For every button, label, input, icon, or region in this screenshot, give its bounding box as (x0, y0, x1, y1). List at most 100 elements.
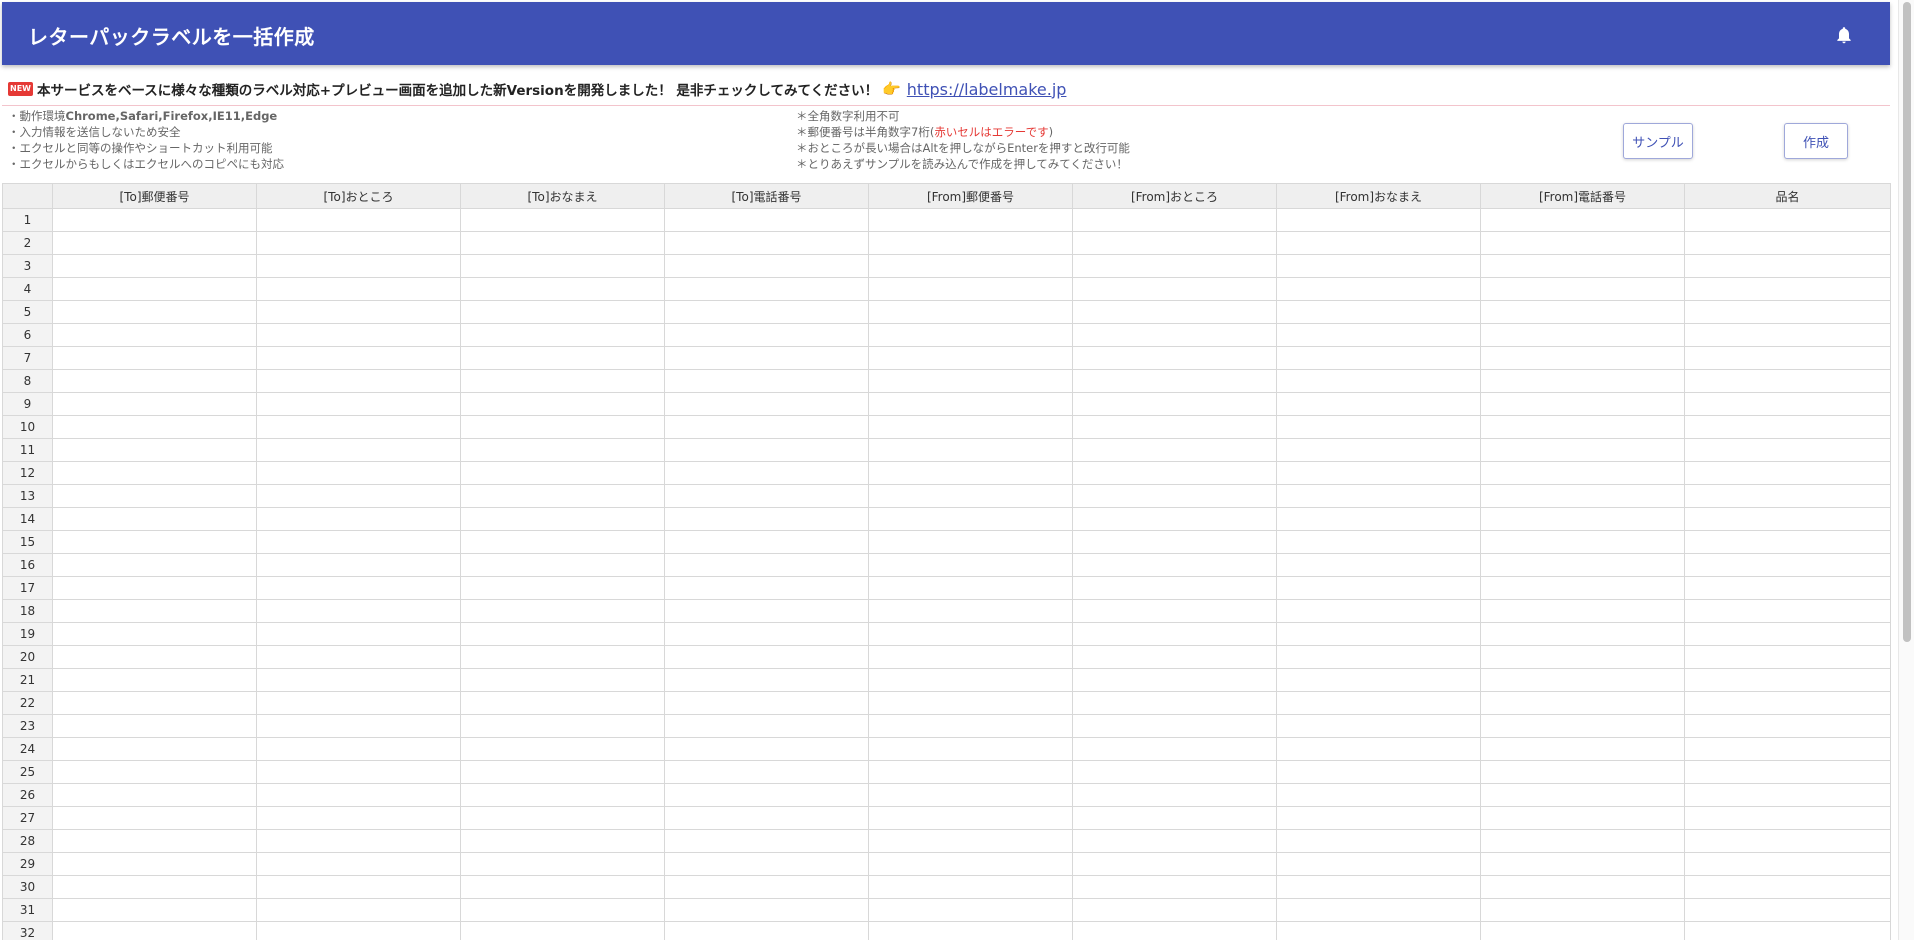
grid-cell[interactable] (460, 645, 665, 669)
grid-cell[interactable] (1684, 576, 1891, 600)
grid-cell[interactable] (1684, 277, 1891, 301)
grid-cell[interactable] (1072, 208, 1277, 232)
bell-icon[interactable] (1834, 25, 1854, 45)
grid-cell[interactable] (1480, 438, 1685, 462)
grid-cell[interactable] (460, 323, 665, 347)
grid-cell[interactable] (1276, 806, 1481, 830)
grid-cell[interactable] (664, 714, 869, 738)
grid-cell[interactable] (1072, 576, 1277, 600)
grid-cell[interactable] (664, 645, 869, 669)
column-header[interactable]: [From]おなまえ (1276, 183, 1481, 209)
grid-cell[interactable] (256, 921, 461, 940)
grid-cell[interactable] (256, 484, 461, 508)
grid-cell[interactable] (868, 806, 1073, 830)
grid-cell[interactable] (868, 254, 1073, 278)
grid-cell[interactable] (460, 875, 665, 899)
grid-cell[interactable] (1072, 300, 1277, 324)
grid-cell[interactable] (52, 530, 257, 554)
row-number[interactable]: 26 (2, 783, 53, 807)
grid-cell[interactable] (52, 231, 257, 255)
grid-cell[interactable] (868, 208, 1073, 232)
grid-cell[interactable] (1276, 645, 1481, 669)
grid-cell[interactable] (1276, 300, 1481, 324)
grid-cell[interactable] (1480, 415, 1685, 439)
grid-cell[interactable] (1480, 852, 1685, 876)
grid-cell[interactable] (1684, 300, 1891, 324)
grid-cell[interactable] (256, 898, 461, 922)
grid-cell[interactable] (1276, 346, 1481, 370)
grid-cell[interactable] (460, 277, 665, 301)
grid-cell[interactable] (52, 875, 257, 899)
grid-cell[interactable] (1684, 829, 1891, 853)
grid-cell[interactable] (868, 530, 1073, 554)
grid-cell[interactable] (868, 346, 1073, 370)
row-number[interactable]: 16 (2, 553, 53, 577)
grid-cell[interactable] (1072, 921, 1277, 940)
grid-cell[interactable] (52, 254, 257, 278)
grid-cell[interactable] (460, 553, 665, 577)
grid-cell[interactable] (460, 852, 665, 876)
grid-cell[interactable] (868, 737, 1073, 761)
grid-cell[interactable] (664, 783, 869, 807)
grid-cell[interactable] (460, 921, 665, 940)
grid-cell[interactable] (256, 231, 461, 255)
row-number[interactable]: 15 (2, 530, 53, 554)
grid-cell[interactable] (868, 415, 1073, 439)
grid-cell[interactable] (1684, 208, 1891, 232)
grid-cell[interactable] (1480, 553, 1685, 577)
grid-cell[interactable] (1276, 323, 1481, 347)
grid-cell[interactable] (1480, 691, 1685, 715)
grid-cell[interactable] (868, 645, 1073, 669)
grid-cell[interactable] (1480, 760, 1685, 784)
grid-cell[interactable] (664, 737, 869, 761)
column-header[interactable]: [To]電話番号 (664, 183, 869, 209)
grid-cell[interactable] (460, 691, 665, 715)
grid-cell[interactable] (868, 461, 1073, 485)
grid-cell[interactable] (256, 599, 461, 623)
grid-cell[interactable] (1684, 668, 1891, 692)
row-number[interactable]: 20 (2, 645, 53, 669)
grid-cell[interactable] (460, 576, 665, 600)
grid-cell[interactable] (1684, 369, 1891, 393)
grid-cell[interactable] (664, 254, 869, 278)
grid-cell[interactable] (460, 438, 665, 462)
grid-cell[interactable] (1480, 300, 1685, 324)
row-number[interactable]: 10 (2, 415, 53, 439)
grid-cell[interactable] (460, 829, 665, 853)
grid-cell[interactable] (1684, 461, 1891, 485)
grid-cell[interactable] (1072, 737, 1277, 761)
grid-cell[interactable] (1684, 415, 1891, 439)
grid-cell[interactable] (664, 668, 869, 692)
grid-cell[interactable] (1684, 760, 1891, 784)
grid-cell[interactable] (1276, 668, 1481, 692)
grid-cell[interactable] (868, 714, 1073, 738)
row-number[interactable]: 17 (2, 576, 53, 600)
grid-cell[interactable] (1072, 346, 1277, 370)
grid-cell[interactable] (664, 484, 869, 508)
row-number[interactable]: 12 (2, 461, 53, 485)
grid-cell[interactable] (1480, 530, 1685, 554)
row-number[interactable]: 28 (2, 829, 53, 853)
grid-cell[interactable] (664, 530, 869, 554)
column-header[interactable]: [From]郵便番号 (868, 183, 1073, 209)
grid-cell[interactable] (1480, 829, 1685, 853)
grid-cell[interactable] (256, 323, 461, 347)
grid-cell[interactable] (1684, 852, 1891, 876)
grid-cell[interactable] (1684, 599, 1891, 623)
grid-cell[interactable] (868, 829, 1073, 853)
grid-cell[interactable] (1684, 507, 1891, 531)
column-header[interactable]: [To]郵便番号 (52, 183, 257, 209)
grid-cell[interactable] (256, 714, 461, 738)
grid-cell[interactable] (460, 806, 665, 830)
grid-cell[interactable] (52, 921, 257, 940)
grid-cell[interactable] (52, 645, 257, 669)
grid-cell[interactable] (256, 576, 461, 600)
grid-cell[interactable] (1072, 231, 1277, 255)
grid-cell[interactable] (868, 622, 1073, 646)
column-header[interactable]: 品名 (1684, 183, 1891, 209)
row-number[interactable]: 27 (2, 806, 53, 830)
grid-cell[interactable] (52, 760, 257, 784)
grid-cell[interactable] (868, 668, 1073, 692)
grid-cell[interactable] (1480, 323, 1685, 347)
grid-cell[interactable] (52, 323, 257, 347)
